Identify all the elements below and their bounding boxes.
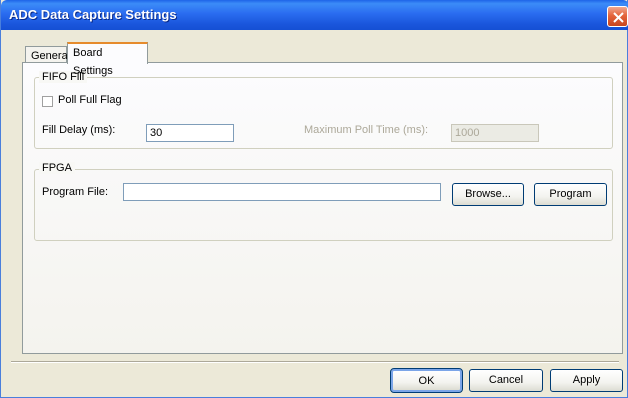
max-poll-time-label: Maximum Poll Time (ms): [304,124,429,136]
dialog-window: ADC Data Capture Settings General Board … [0,0,628,398]
fill-delay-label: Fill Delay (ms): [42,124,116,136]
program-file-input[interactable] [123,183,441,201]
title-bar[interactable]: ADC Data Capture Settings [1,0,628,30]
fill-delay-input[interactable]: 30 [146,124,234,142]
tab-general[interactable]: General [25,46,71,63]
browse-button[interactable]: Browse... [452,183,524,206]
fpga-group-label: FPGA [39,162,75,174]
ok-button[interactable]: OK [390,368,463,393]
tab-board-settings-label: Board Settings [73,47,113,77]
poll-full-flag-label: Poll Full Flag [58,94,122,106]
max-poll-time-input: 1000 [451,124,539,142]
tab-general-label: General [31,50,71,62]
close-icon [613,12,624,23]
poll-full-flag-checkbox[interactable] [42,96,53,107]
apply-button[interactable]: Apply [550,369,623,392]
cancel-button[interactable]: Cancel [469,369,543,392]
close-button[interactable] [607,6,628,27]
fpga-group [34,169,613,241]
footer-divider [11,361,619,363]
program-file-label: Program File: [42,186,109,198]
board-settings-panel: FIFO Fill Poll Full Flag Fill Delay (ms)… [22,62,623,354]
tab-board-settings[interactable]: Board Settings [67,42,148,77]
program-button[interactable]: Program [534,183,607,206]
window-title: ADC Data Capture Settings [9,7,177,22]
